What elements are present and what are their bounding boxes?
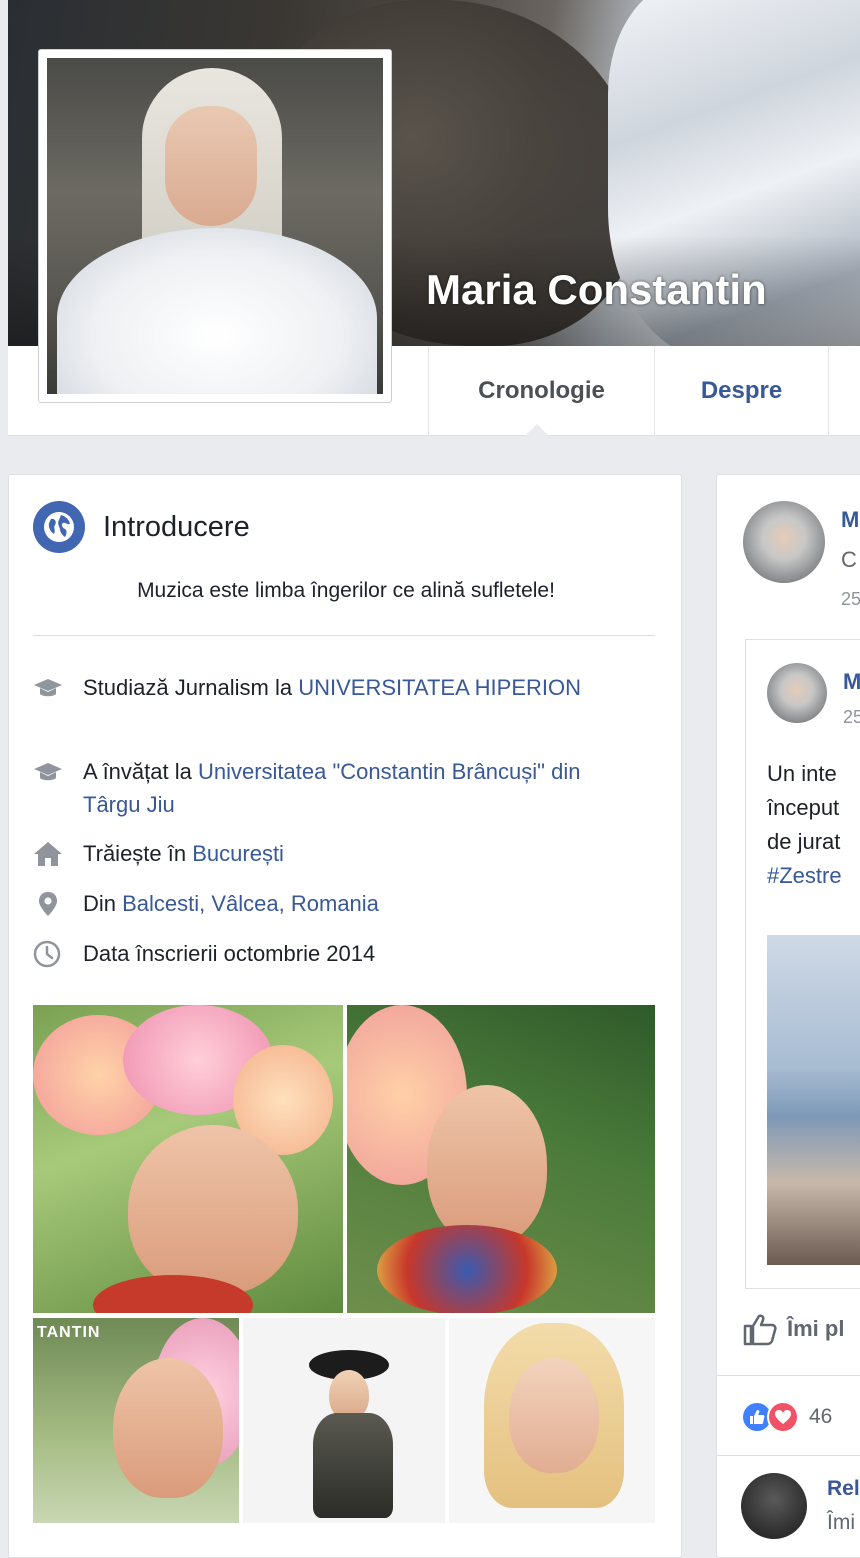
photo-face [128, 1125, 298, 1295]
clock-icon [33, 937, 69, 970]
active-tab-pointer [525, 424, 549, 436]
info-row-study-text: Studiază Jurnalism la [83, 675, 299, 700]
shared-post-date[interactable]: 25 [843, 707, 860, 728]
post-text-line-3: de jurat [767, 829, 841, 854]
from-link[interactable]: Balcesti, Vâlcea, Romania [122, 891, 379, 916]
avatar-face [165, 106, 257, 226]
like-button-label: Îmi pl [787, 1316, 845, 1341]
info-row-lives: Trăiește în București [33, 837, 643, 870]
tab-cronologie[interactable]: Cronologie [428, 346, 654, 436]
study-link[interactable]: UNIVERSITATEA HIPERION [298, 675, 581, 700]
shared-author-name[interactable]: M [843, 669, 860, 695]
info-row-lives-text: Trăiește în [83, 841, 193, 866]
reaction-count: 46 [809, 1405, 833, 1428]
featured-photo-5[interactable] [449, 1318, 655, 1523]
profile-picture-image [47, 58, 383, 394]
post-hashtag[interactable]: #Zestre [767, 859, 860, 892]
photo-face [113, 1358, 223, 1498]
graduation-cap-icon [33, 671, 69, 704]
featured-photo-2[interactable] [347, 1005, 655, 1313]
post-text-line-2: început [767, 795, 840, 820]
post-author-avatar[interactable] [743, 501, 825, 583]
graduation-cap-icon [33, 755, 69, 788]
comment-action[interactable]: Îmi [827, 1511, 855, 1535]
intro-bio: Muzica este limba îngerilor ce alină suf… [137, 579, 555, 602]
timeline-feed: M C 25 M 25 Un inte început de jurat #Ze… [716, 474, 860, 1558]
profile-picture[interactable] [38, 49, 392, 403]
lives-link[interactable]: București [192, 841, 284, 866]
info-row-from-text: Din [83, 891, 123, 916]
info-row-study: Studiază Jurnalism la UNIVERSITATEA HIPE… [33, 671, 643, 704]
photo-watermark: TANTIN [37, 1324, 101, 1341]
post-date[interactable]: 25 [841, 589, 860, 610]
photo-face [427, 1085, 547, 1245]
reactions-summary[interactable]: 46 [741, 1401, 832, 1433]
globe-icon [33, 501, 85, 553]
info-row-joined-text: Data înscrierii octombrie 2014 [83, 941, 376, 966]
intro-divider [33, 635, 655, 636]
photo-body [313, 1413, 393, 1518]
info-row-joined: Data înscrierii octombrie 2014 [33, 937, 643, 970]
thumbs-up-icon [743, 1314, 777, 1346]
intro-card: Introducere Muzica este limba îngerilor … [8, 474, 682, 1558]
featured-photo-1[interactable] [33, 1005, 343, 1313]
post-image[interactable] [767, 935, 860, 1265]
intro-title: Introducere [103, 510, 250, 543]
commenter-name[interactable]: Rel [827, 1477, 860, 1501]
love-reaction-icon [767, 1401, 799, 1433]
photo-face [509, 1358, 599, 1473]
profile-name[interactable]: Maria Constantin [426, 266, 767, 314]
post-author-sub: C [841, 547, 857, 572]
tab-despre-label: Despre [700, 377, 783, 404]
tab-cronologie-label: Cronologie [478, 377, 605, 404]
info-row-education: A învățat la Universitatea "Constantin B… [33, 755, 643, 821]
featured-photo-3[interactable]: TANTIN [33, 1318, 239, 1523]
home-icon [33, 837, 69, 870]
tab-more[interactable] [828, 346, 860, 436]
featured-photo-4[interactable] [243, 1318, 445, 1523]
avatar-fur [57, 228, 377, 394]
commenter-avatar[interactable] [741, 1473, 807, 1539]
post-text-line-1: Un inte [767, 761, 837, 786]
like-button[interactable]: Îmi pl [741, 1311, 844, 1347]
photo-necklace [377, 1225, 557, 1313]
shared-author-avatar[interactable] [767, 663, 827, 723]
comment-divider [717, 1455, 860, 1456]
location-pin-icon [33, 887, 69, 920]
info-row-education-text: A învățat la [83, 759, 198, 784]
post-author-name[interactable]: M [841, 507, 859, 533]
info-row-from: Din Balcesti, Vâlcea, Romania [33, 887, 643, 920]
tab-despre[interactable]: Despre [654, 346, 828, 436]
reaction-divider [717, 1375, 860, 1376]
intro-header: Introducere [33, 501, 250, 553]
